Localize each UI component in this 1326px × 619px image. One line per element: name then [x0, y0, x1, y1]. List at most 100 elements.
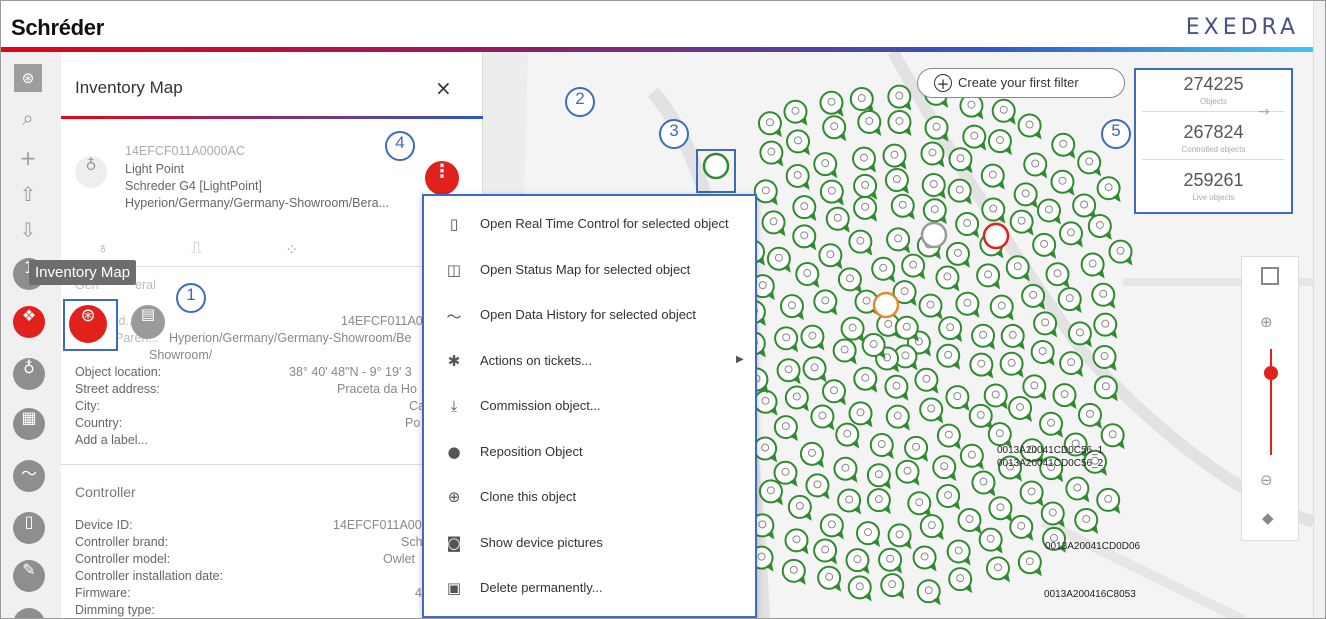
lightpoint-marker[interactable] [813, 289, 838, 316]
lightpoint-marker[interactable] [819, 513, 844, 540]
lightpoint-marker[interactable] [848, 229, 873, 256]
lightpoint-marker[interactable] [1096, 176, 1121, 203]
lightpoint-marker[interactable] [1052, 383, 1077, 410]
zoom-slider-handle[interactable] [1264, 365, 1278, 380]
lightpoint-marker[interactable] [835, 422, 860, 449]
lightpoint-marker[interactable] [805, 473, 830, 500]
lightpoint-marker[interactable] [987, 129, 1012, 156]
lightpoint-marker[interactable] [799, 441, 824, 468]
lightpoint-marker[interactable] [1019, 480, 1044, 507]
add-label-link[interactable]: Add a label... [75, 433, 148, 447]
lightpoint-marker[interactable] [887, 109, 912, 136]
lightpoint-marker[interactable] [1080, 252, 1105, 279]
stat-live[interactable]: 259261 Live objects [1142, 166, 1285, 208]
lightpoint-marker[interactable] [1087, 213, 1112, 240]
lightpoint-marker[interactable] [936, 343, 961, 370]
lightpoint-marker[interactable] [848, 401, 873, 428]
upload-icon[interactable]: ⇧ [14, 180, 42, 208]
lightpoint-marker[interactable] [802, 356, 827, 383]
lightpoint-marker[interactable] [887, 84, 912, 111]
lightpoint-marker[interactable] [792, 224, 817, 251]
lightpoint-marker[interactable] [890, 193, 915, 220]
lightpoint-marker[interactable] [882, 143, 907, 170]
inventory-list-icon[interactable]: ▤ [131, 305, 165, 339]
lightpoint-marker[interactable] [861, 333, 886, 360]
lightpoint-marker[interactable] [983, 383, 1008, 410]
lightpoint-marker[interactable] [947, 178, 972, 205]
lightpoint-marker[interactable] [945, 385, 970, 412]
lightpoint-marker[interactable] [920, 221, 948, 249]
lightpoint-marker[interactable] [871, 256, 896, 283]
lightpoint-marker[interactable] [1009, 514, 1034, 541]
lightpoint-marker[interactable] [924, 115, 949, 142]
search-icon[interactable]: ⌕ [14, 104, 42, 132]
lightpoint-marker[interactable] [776, 358, 801, 385]
layers-icon[interactable]: ◆ [1262, 509, 1274, 527]
lightpoint-marker[interactable] [853, 173, 878, 200]
lightpoint-marker[interactable] [786, 129, 811, 156]
lightpoint-marker[interactable] [787, 494, 812, 521]
lightpoint-marker[interactable] [1009, 209, 1034, 236]
lightpoint-marker[interactable] [872, 291, 900, 319]
lightpoint-marker[interactable] [813, 538, 838, 565]
lightpoint-marker[interactable] [822, 115, 847, 142]
lightpoint-marker[interactable] [781, 558, 806, 585]
lightpoint-marker[interactable] [969, 352, 994, 379]
lightpoint-marker[interactable] [919, 397, 944, 424]
lightpoint-marker[interactable] [1045, 262, 1070, 289]
lightpoint-marker[interactable] [1065, 476, 1090, 503]
plus-icon[interactable]: + [14, 144, 42, 172]
lightpoint-marker[interactable] [1096, 487, 1121, 514]
lightbulb-icon[interactable]: ♁ [13, 358, 45, 390]
lightpoint-marker[interactable] [832, 338, 857, 365]
lightpoint-marker[interactable] [1013, 182, 1038, 209]
lightpoint-marker[interactable] [922, 198, 947, 225]
lightpoint-marker[interactable] [1017, 113, 1042, 140]
lightpoint-marker[interactable] [932, 455, 957, 482]
lightpoint-marker[interactable] [904, 435, 929, 462]
lightpoint-marker[interactable] [955, 212, 980, 239]
lightpoint-marker[interactable] [885, 404, 910, 431]
zoom-out-icon[interactable]: ⊖ [1260, 471, 1273, 489]
lightpoint-marker[interactable] [833, 456, 858, 483]
lightpoint-marker[interactable] [847, 575, 872, 602]
lightpoint-marker[interactable] [978, 527, 1003, 554]
lightpoint-marker[interactable] [1017, 550, 1042, 577]
lightpoint-marker[interactable] [982, 222, 1010, 250]
marker-cluster[interactable] [702, 81, 1133, 606]
lightpoint-marker[interactable] [1030, 339, 1055, 366]
lightpoint-marker[interactable] [1022, 374, 1047, 401]
lightpoint-marker[interactable] [955, 291, 980, 318]
lightpoint-marker[interactable] [1057, 287, 1082, 314]
lightpoint-marker[interactable] [1077, 402, 1102, 429]
lightpoint-marker[interactable] [783, 99, 808, 126]
lightpoint-marker[interactable] [817, 565, 842, 592]
lightpoint-marker[interactable] [757, 111, 782, 138]
tab-lightpoint-icon[interactable]: ♁ [97, 240, 109, 258]
inventory-map-icon[interactable]: ⊛ [69, 305, 107, 343]
lightpoint-marker[interactable] [901, 253, 926, 280]
lightpoint-marker[interactable] [938, 316, 963, 343]
lightpoint-marker[interactable] [784, 385, 809, 412]
lightpoint-marker[interactable] [989, 294, 1014, 321]
lightpoint-marker[interactable] [912, 545, 937, 572]
lightpoint-marker[interactable] [855, 521, 880, 548]
lightpoint-marker[interactable] [869, 433, 894, 460]
lightpoint-marker[interactable] [936, 423, 961, 450]
lightpoint-marker[interactable] [999, 351, 1024, 378]
dashboard-icon[interactable]: ▦ [13, 408, 45, 440]
lightpoint-marker[interactable] [1036, 198, 1061, 225]
lightpoint-marker[interactable] [1091, 282, 1116, 309]
lightpoint-marker[interactable] [849, 87, 874, 114]
menu-item[interactable]: ▣ Delete permanently... [424, 566, 755, 610]
inventory-icon[interactable]: ❖ [13, 306, 45, 338]
lightpoint-marker[interactable] [1072, 193, 1097, 220]
more-icon[interactable] [13, 608, 45, 618]
lightpoint-marker[interactable] [880, 573, 905, 600]
lightpoint-marker[interactable] [1000, 323, 1025, 350]
lightpoint-marker[interactable] [985, 556, 1010, 583]
menu-item[interactable]: ⤓ Commission object... [424, 384, 755, 428]
lightpoint-marker[interactable] [785, 163, 810, 190]
lightpoint-marker[interactable] [884, 168, 909, 195]
lightpoint-marker[interactable] [980, 163, 1005, 190]
